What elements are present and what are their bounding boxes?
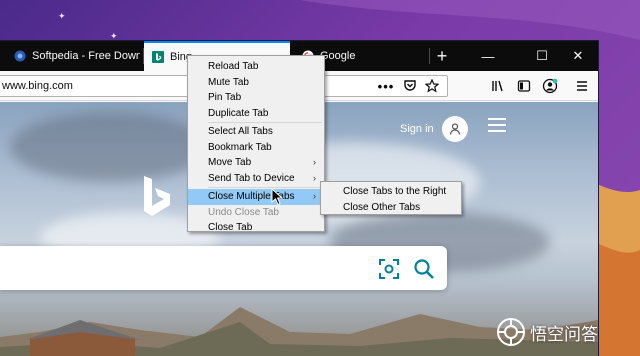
more-icon[interactable]: •••	[378, 78, 394, 94]
bing-icon	[152, 51, 164, 63]
sign-in-button[interactable]: Sign in	[400, 116, 468, 142]
tab-label: Google	[320, 50, 356, 62]
user-icon	[441, 116, 468, 142]
sign-in-label: Sign in	[400, 123, 434, 135]
menu-item-label: Close Other Tabs	[343, 201, 421, 213]
account-icon[interactable]	[542, 78, 558, 94]
background-cloud	[10, 112, 210, 182]
menu-item-send-tab-to-device[interactable]: Send Tab to Device ›	[188, 171, 324, 187]
url-text: www.bing.com	[2, 80, 73, 92]
softpedia-icon	[14, 50, 26, 62]
menu-item-mute-tab[interactable]: Mute Tab	[188, 75, 324, 91]
menu-item-label: Send Tab to Device	[208, 172, 295, 184]
submenu-arrow-icon: ›	[313, 172, 316, 183]
menu-item-label: Duplicate Tab	[208, 107, 269, 119]
bookmark-star-icon[interactable]	[424, 78, 440, 94]
menu-item-label: Pin Tab	[208, 92, 242, 103]
page-menu-icon[interactable]	[488, 118, 506, 132]
close-window-button[interactable]: ✕	[556, 41, 598, 71]
tab-label: Softpedia - Free Down	[32, 50, 140, 62]
menu-item-label: Close Tab	[208, 222, 253, 233]
bing-logo-icon	[144, 176, 170, 216]
submenu-arrow-icon: ›	[313, 157, 316, 167]
library-icon[interactable]	[490, 78, 506, 94]
menu-item-label: Mute Tab	[208, 76, 249, 88]
menu-item-bookmark-tab[interactable]: Bookmark Tab	[188, 140, 324, 156]
menu-item-label: Reload Tab	[208, 61, 259, 72]
mouse-cursor-icon	[271, 188, 284, 206]
minimize-button[interactable]: —	[466, 41, 510, 71]
close-multiple-tabs-submenu: Close Tabs to the Right Close Other Tabs	[320, 181, 462, 215]
menu-separator	[208, 122, 322, 123]
menu-item-duplicate-tab[interactable]: Duplicate Tab	[188, 106, 324, 122]
menu-icon[interactable]	[574, 78, 590, 94]
menu-item-close-multiple-tabs[interactable]: Close Multiple Tabs ›	[188, 189, 324, 205]
pocket-icon[interactable]	[402, 78, 418, 94]
menu-item-label: Move Tab	[208, 157, 252, 168]
wukong-logo-icon	[497, 318, 525, 346]
menu-item-label: Undo Close Tab	[208, 206, 279, 218]
menu-item-close-other-tabs[interactable]: Close Other Tabs	[321, 200, 461, 216]
menu-item-label: Select All Tabs	[208, 126, 273, 137]
visual-search-icon[interactable]	[378, 258, 400, 280]
menu-item-undo-close-tab: Undo Close Tab	[188, 205, 324, 221]
watermark: 悟空问答	[496, 317, 598, 347]
sidebar-icon[interactable]	[516, 78, 532, 94]
menu-item-close-tabs-right[interactable]: Close Tabs to the Right	[321, 184, 461, 200]
menu-item-close-tab[interactable]: Close Tab	[188, 220, 324, 236]
menu-item-select-all-tabs[interactable]: Select All Tabs	[188, 124, 324, 140]
new-tab-button[interactable]: +	[430, 41, 454, 71]
search-icon[interactable]	[413, 258, 435, 280]
submenu-arrow-icon: ›	[313, 191, 316, 201]
menu-item-label: Close Tabs to the Right	[343, 186, 447, 197]
tab-softpedia[interactable]: Softpedia - Free Down	[6, 41, 140, 71]
tab-context-menu: Reload Tab Mute Tab Pin Tab Duplicate Ta…	[187, 55, 325, 233]
sparkle-icon: ✦	[58, 11, 66, 21]
menu-separator	[208, 187, 322, 188]
menu-item-reload-tab[interactable]: Reload Tab	[188, 59, 324, 75]
menu-item-label: Bookmark Tab	[208, 141, 272, 153]
search-box[interactable]	[0, 246, 447, 290]
menu-item-move-tab[interactable]: Move Tab ›	[188, 155, 324, 171]
menu-item-pin-tab[interactable]: Pin Tab	[188, 90, 324, 106]
watermark-text: 悟空问答	[530, 324, 598, 344]
sparkle-icon: ✦	[110, 31, 118, 41]
